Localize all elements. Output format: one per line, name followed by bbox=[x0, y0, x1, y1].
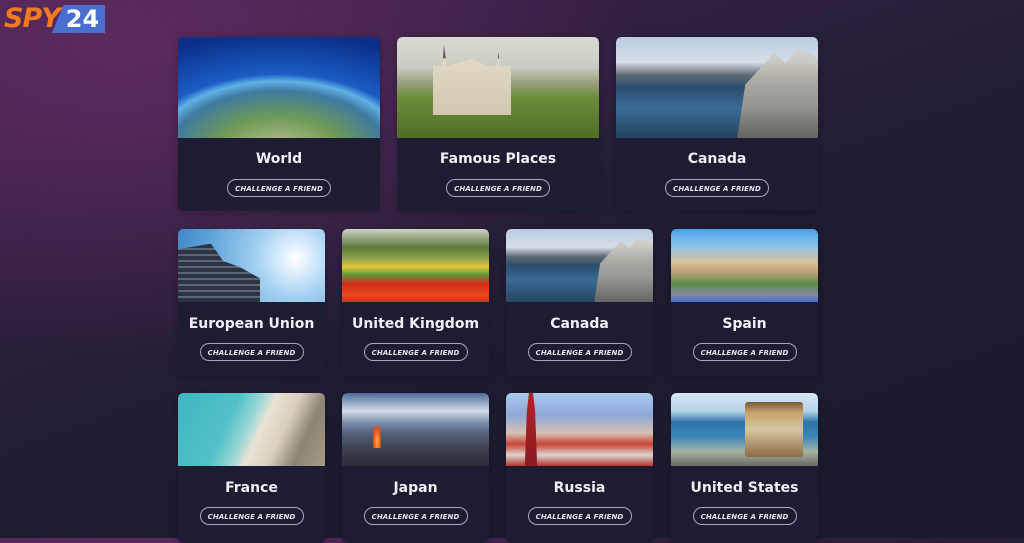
card-image-earth-globe[interactable] bbox=[178, 37, 380, 138]
card-title: World bbox=[255, 151, 303, 167]
card-image-cable-car[interactable] bbox=[671, 393, 818, 466]
challenge-a-friend-button[interactable]: CHALLENGE A FRIEND bbox=[692, 343, 797, 361]
card-image-nice-beach[interactable] bbox=[178, 393, 325, 466]
card-title: Canada bbox=[550, 316, 609, 332]
card-title: Spain bbox=[722, 316, 767, 332]
spy24-logo: SPY 24 bbox=[4, 3, 106, 34]
card-image-vancouver-harbour[interactable] bbox=[616, 37, 818, 138]
quiz-card-canada-2[interactable]: Canada CHALLENGE A FRIEND bbox=[506, 229, 653, 376]
card-title: France bbox=[225, 480, 278, 496]
challenge-a-friend-button[interactable]: CHALLENGE A FRIEND bbox=[227, 179, 331, 197]
challenge-a-friend-button[interactable]: CHALLENGE A FRIEND bbox=[363, 507, 468, 525]
card-title: Canada bbox=[687, 151, 747, 167]
card-title: Famous Places bbox=[439, 151, 557, 167]
quiz-card-canada[interactable]: Canada CHALLENGE A FRIEND bbox=[616, 37, 818, 211]
card-title: European Union bbox=[188, 316, 315, 332]
quiz-card-european-union[interactable]: European Union CHALLENGE A FRIEND bbox=[178, 229, 325, 376]
challenge-a-friend-button[interactable]: CHALLENGE A FRIEND bbox=[692, 507, 797, 525]
quiz-card-world[interactable]: World CHALLENGE A FRIEND bbox=[178, 37, 380, 211]
challenge-a-friend-button[interactable]: CHALLENGE A FRIEND bbox=[527, 343, 632, 361]
quiz-card-japan[interactable]: Japan CHALLENGE A FRIEND bbox=[342, 393, 489, 543]
card-image-vancouver-harbour[interactable] bbox=[506, 229, 653, 302]
quiz-card-famous-places[interactable]: Famous Places CHALLENGE A FRIEND bbox=[397, 37, 599, 211]
card-image-castle[interactable] bbox=[397, 37, 599, 138]
challenge-a-friend-button[interactable]: CHALLENGE A FRIEND bbox=[446, 179, 550, 197]
quiz-card-spain[interactable]: Spain CHALLENGE A FRIEND bbox=[671, 229, 818, 376]
card-image-flower-garden[interactable] bbox=[342, 229, 489, 302]
quiz-card-united-kingdom[interactable]: United Kingdom CHALLENGE A FRIEND bbox=[342, 229, 489, 376]
card-title: United Kingdom bbox=[351, 316, 480, 332]
challenge-a-friend-button[interactable]: CHALLENGE A FRIEND bbox=[665, 179, 769, 197]
card-image-park-guell[interactable] bbox=[671, 229, 818, 302]
challenge-a-friend-button[interactable]: CHALLENGE A FRIEND bbox=[527, 507, 632, 525]
card-title: Russia bbox=[553, 480, 606, 496]
card-image-tokyo-skyline[interactable] bbox=[342, 393, 489, 466]
logo-brand-text: SPY bbox=[4, 3, 61, 34]
quiz-card-russia[interactable]: Russia CHALLENGE A FRIEND bbox=[506, 393, 653, 543]
card-image-eu-parliament[interactable] bbox=[178, 229, 325, 302]
quiz-card-france[interactable]: France CHALLENGE A FRIEND bbox=[178, 393, 325, 543]
card-title: United States bbox=[690, 480, 799, 496]
card-title: Japan bbox=[393, 480, 438, 496]
challenge-a-friend-button[interactable]: CHALLENGE A FRIEND bbox=[199, 507, 304, 525]
quiz-card-united-states[interactable]: United States CHALLENGE A FRIEND bbox=[671, 393, 818, 543]
challenge-a-friend-button[interactable]: CHALLENGE A FRIEND bbox=[363, 343, 468, 361]
challenge-a-friend-button[interactable]: CHALLENGE A FRIEND bbox=[199, 343, 304, 361]
card-image-saint-basils[interactable] bbox=[506, 393, 653, 466]
